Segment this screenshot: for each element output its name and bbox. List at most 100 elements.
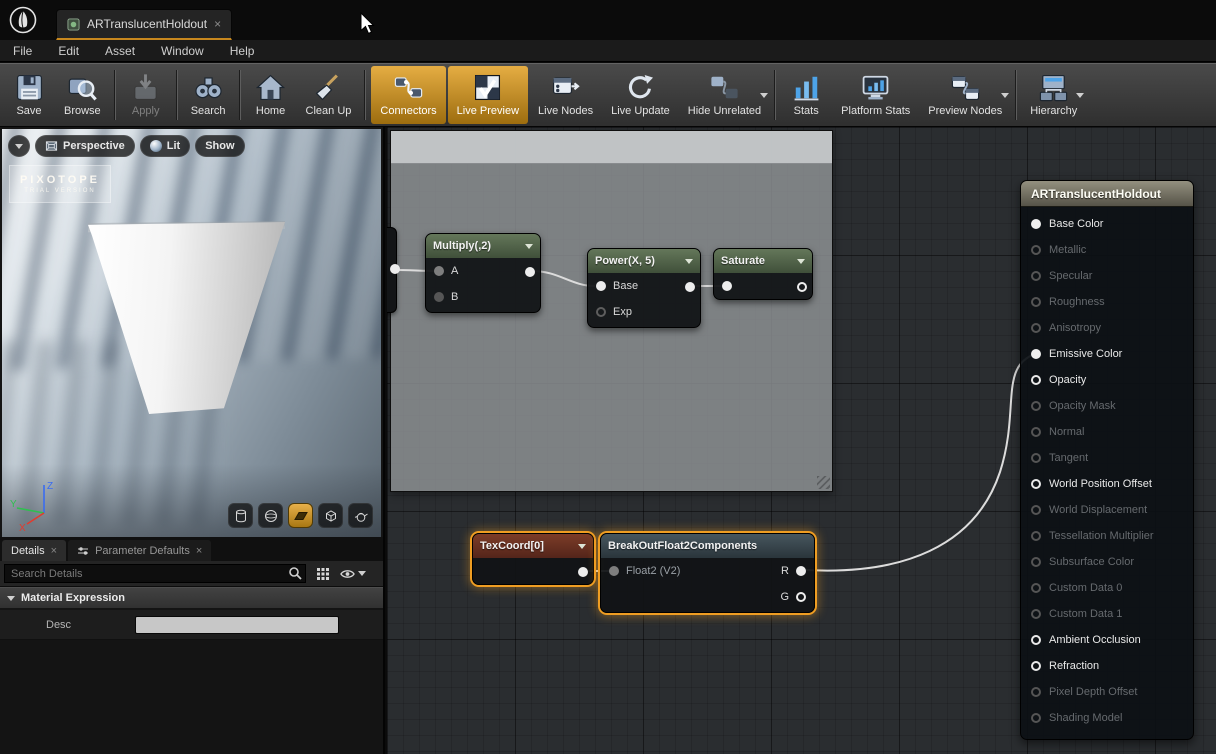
pin-dot-icon[interactable] (1031, 245, 1041, 255)
pin-dot-icon[interactable] (1031, 427, 1041, 437)
node-saturate-header[interactable]: Saturate (714, 249, 812, 273)
breakout-output-r-pin[interactable] (796, 566, 806, 576)
asset-tab[interactable]: ARTranslucentHoldout × (56, 9, 232, 40)
show-button[interactable]: Show (195, 135, 244, 157)
material-pin-anisotropy[interactable]: Anisotropy (1021, 315, 1193, 341)
material-pin-opacity-mask[interactable]: Opacity Mask (1021, 393, 1193, 419)
texcoord-output-pin[interactable] (578, 567, 588, 577)
pin-dot-icon[interactable] (1031, 505, 1041, 515)
breakout-output-g-pin[interactable] (796, 592, 806, 602)
menu-edit[interactable]: Edit (45, 40, 92, 61)
pin-dot-icon[interactable] (1031, 219, 1041, 229)
comment-resize-grip-icon[interactable] (817, 476, 830, 489)
desc-input[interactable] (135, 616, 339, 634)
power-input-exp-pin[interactable] (596, 307, 606, 317)
preview-shape-cylinder-button[interactable] (228, 503, 253, 528)
node-multiply-header[interactable]: Multiply(,2) (426, 234, 540, 258)
details-section-header[interactable]: Material Expression (0, 587, 383, 609)
material-result-node[interactable]: ARTranslucentHoldout Base ColorMetallicS… (1020, 180, 1194, 740)
details-grid-view-button[interactable] (310, 564, 336, 584)
pin-dot-icon[interactable] (1031, 609, 1041, 619)
search-button[interactable]: Search (182, 64, 235, 126)
parameter-defaults-tab-close-icon[interactable]: × (196, 545, 202, 557)
pin-dot-icon[interactable] (1031, 271, 1041, 281)
menu-asset[interactable]: Asset (92, 40, 148, 61)
hierarchy-button[interactable]: Hierarchy (1021, 64, 1086, 126)
details-visibility-button[interactable] (340, 564, 366, 584)
material-pin-custom-data-0[interactable]: Custom Data 0 (1021, 575, 1193, 601)
lit-button[interactable]: Lit (140, 135, 190, 157)
material-pin-metallic[interactable]: Metallic (1021, 237, 1193, 263)
material-pin-refraction[interactable]: Refraction (1021, 653, 1193, 679)
material-pin-shading-model[interactable]: Shading Model (1021, 705, 1193, 731)
pin-dot-icon[interactable] (1031, 557, 1041, 567)
material-pin-tangent[interactable]: Tangent (1021, 445, 1193, 471)
hide-unrelated-dropdown-icon[interactable] (760, 93, 768, 98)
live-preview-button[interactable]: Live Preview (448, 66, 528, 124)
pin-dot-icon[interactable] (1031, 479, 1041, 489)
home-button[interactable]: Home (245, 64, 297, 126)
material-pin-subsurface-color[interactable]: Subsurface Color (1021, 549, 1193, 575)
material-pin-emissive-color[interactable]: Emissive Color (1021, 341, 1193, 367)
stats-button[interactable]: Stats (780, 64, 832, 126)
hierarchy-dropdown-icon[interactable] (1076, 93, 1084, 98)
collapse-caret-icon[interactable] (797, 259, 805, 264)
apply-button[interactable]: Apply (120, 64, 172, 126)
tab-details[interactable]: Details × (2, 540, 66, 561)
power-output-pin[interactable] (685, 282, 695, 292)
pin-dot-icon[interactable] (1031, 375, 1041, 385)
material-node-header[interactable]: ARTranslucentHoldout (1021, 181, 1193, 207)
multiply-output-pin[interactable] (525, 267, 535, 277)
live-nodes-button[interactable]: Live Nodes (529, 64, 602, 126)
perspective-button[interactable]: Perspective (35, 135, 135, 157)
preview-nodes-dropdown-icon[interactable] (1001, 93, 1009, 98)
pin-dot-icon[interactable] (1031, 713, 1041, 723)
multiply-input-b-pin[interactable] (434, 292, 444, 302)
live-update-button[interactable]: Live Update (602, 64, 679, 126)
material-pin-custom-data-1[interactable]: Custom Data 1 (1021, 601, 1193, 627)
stub-output-pin[interactable] (390, 264, 400, 274)
preview-shape-teapot-button[interactable] (348, 503, 373, 528)
collapse-caret-icon[interactable] (685, 259, 693, 264)
power-input-base-pin[interactable] (596, 281, 606, 291)
material-pin-pixel-depth-offset[interactable]: Pixel Depth Offset (1021, 679, 1193, 705)
node-breakout-float2[interactable]: BreakOutFloat2Components Float2 (V2) R G (600, 533, 815, 613)
preview-shape-sphere-button[interactable] (258, 503, 283, 528)
node-power-header[interactable]: Power(X, 5) (588, 249, 700, 273)
pin-dot-icon[interactable] (1031, 661, 1041, 671)
details-tab-close-icon[interactable]: × (51, 545, 57, 557)
material-pin-normal[interactable]: Normal (1021, 419, 1193, 445)
pin-dot-icon[interactable] (1031, 583, 1041, 593)
pin-dot-icon[interactable] (1031, 297, 1041, 307)
platform-stats-button[interactable]: Platform Stats (832, 64, 919, 126)
node-saturate[interactable]: Saturate (713, 248, 813, 300)
offscreen-node-stub[interactable] (387, 227, 397, 313)
material-pin-roughness[interactable]: Roughness (1021, 289, 1193, 315)
comment-box-header[interactable] (391, 131, 832, 164)
preview-viewport[interactable]: Perspective Lit Show PIXOTOPE TRIAL VERS… (2, 129, 381, 537)
node-texcoord[interactable]: TexCoord[0] (472, 533, 594, 585)
preview-shape-cube-button[interactable] (318, 503, 343, 528)
collapse-caret-icon[interactable] (525, 244, 533, 249)
node-breakout-header[interactable]: BreakOutFloat2Components (601, 534, 814, 558)
collapse-caret-icon[interactable] (578, 544, 586, 549)
material-pin-tessellation-multiplier[interactable]: Tessellation Multiplier (1021, 523, 1193, 549)
clean-up-button[interactable]: Clean Up (297, 64, 361, 126)
preview-nodes-button[interactable]: Preview Nodes (919, 64, 1011, 126)
browse-button[interactable]: Browse (55, 64, 110, 126)
preview-shape-plane-button[interactable] (288, 503, 313, 528)
menu-window[interactable]: Window (148, 40, 217, 61)
pin-dot-icon[interactable] (1031, 635, 1041, 645)
tab-parameter-defaults[interactable]: Parameter Defaults × (68, 540, 211, 561)
node-texcoord-header[interactable]: TexCoord[0] (473, 534, 593, 558)
pin-dot-icon[interactable] (1031, 687, 1041, 697)
tab-close-icon[interactable]: × (214, 17, 221, 31)
search-details-input[interactable] (4, 564, 306, 583)
pin-dot-icon[interactable] (1031, 323, 1041, 333)
save-button[interactable]: Save (3, 64, 55, 126)
node-multiply[interactable]: Multiply(,2) A B (425, 233, 541, 313)
menu-file[interactable]: File (0, 40, 45, 61)
material-pin-world-displacement[interactable]: World Displacement (1021, 497, 1193, 523)
material-pin-ambient-occlusion[interactable]: Ambient Occlusion (1021, 627, 1193, 653)
breakout-input-float2-pin[interactable] (609, 566, 619, 576)
